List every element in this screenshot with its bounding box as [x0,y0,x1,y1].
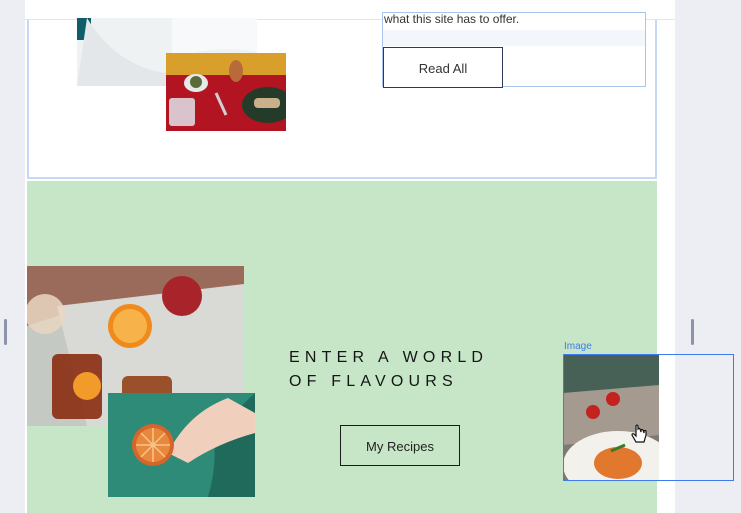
text-box-row [383,30,645,46]
image-selection-box[interactable] [563,354,734,481]
right-resize-handle[interactable] [691,319,694,345]
left-resize-handle[interactable] [4,319,7,345]
hand-cursor-icon [631,424,647,443]
read-all-button[interactable]: Read All [383,47,503,88]
dinner-table-photo[interactable] [166,53,286,131]
my-recipes-button[interactable]: My Recipes [340,425,460,466]
headline-line-2: OF FLAVOURS [289,373,458,390]
headline: ENTER A WORLD OF FLAVOURS [289,346,488,394]
body-text: what this site has to offer. [384,12,520,26]
headline-line-1: ENTER A WORLD [289,349,489,366]
blood-orange-hand-photo[interactable] [108,393,255,497]
selection-label: Image [564,341,592,352]
